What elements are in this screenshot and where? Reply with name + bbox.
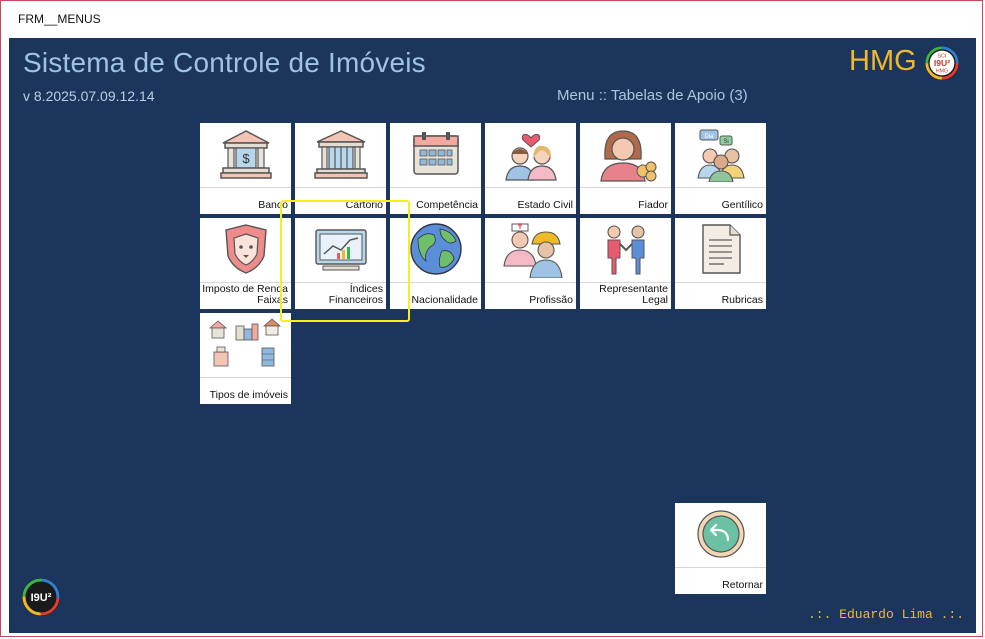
i9u-logo-icon: I9U² bbox=[22, 578, 60, 616]
breadcrumb: Menu :: Tabelas de Apoio (3) bbox=[557, 87, 748, 104]
i9u-logo-icon: SCI I9U² HMG bbox=[924, 45, 960, 81]
tile-label: Estado Civil bbox=[517, 199, 573, 211]
tile-imposto-de-renda[interactable]: Imposto de Renda Faixas bbox=[200, 218, 291, 309]
svg-text:Dia: Dia bbox=[704, 134, 714, 140]
tile-label: Tipos de imóveis bbox=[209, 389, 288, 401]
tile-label: Profissão bbox=[529, 294, 573, 306]
footer-user-label: .:. Eduardo Lima .:. bbox=[807, 607, 964, 622]
tile-label: Fiador bbox=[638, 199, 668, 211]
tile-divider bbox=[390, 282, 481, 283]
tile-divider bbox=[295, 187, 386, 188]
people-talking-icon: Dia Si bbox=[675, 123, 766, 185]
professionals-icon bbox=[485, 218, 576, 280]
tile-divider bbox=[200, 377, 291, 378]
svg-text:I9U²: I9U² bbox=[31, 592, 52, 604]
tile-label: Competência bbox=[416, 199, 478, 211]
tile-tipos-de-imoveis[interactable]: Tipos de imóveis bbox=[200, 313, 291, 404]
lion-shield-icon bbox=[200, 218, 291, 280]
registry-office-icon bbox=[295, 123, 386, 185]
back-arrow-icon bbox=[675, 503, 766, 565]
tile-representante-legal[interactable]: Representante Legal bbox=[580, 218, 671, 309]
tile-divider bbox=[675, 567, 766, 568]
tile-divider bbox=[675, 187, 766, 188]
guarantor-icon bbox=[580, 123, 671, 185]
tile-divider bbox=[200, 187, 291, 188]
tile-cartorio[interactable]: Cartório bbox=[295, 123, 386, 214]
app-window: FRM__MENUS Sistema de Controle de Imóvei… bbox=[0, 0, 983, 637]
tile-nacionalidade[interactable]: Nacionalidade bbox=[390, 218, 481, 309]
handshake-people-icon bbox=[580, 218, 671, 280]
financial-chart-icon bbox=[295, 218, 386, 280]
tile-fiador[interactable]: Fiador bbox=[580, 123, 671, 214]
brand-label: HMG bbox=[849, 45, 917, 77]
tile-gentilico[interactable]: Dia Si Gentílico bbox=[675, 123, 766, 214]
tile-divider bbox=[485, 187, 576, 188]
tile-label: Retornar bbox=[722, 579, 763, 591]
tile-label: Representante Legal bbox=[599, 283, 668, 306]
couple-icon bbox=[485, 123, 576, 185]
svg-text:I9U²: I9U² bbox=[934, 58, 950, 68]
window-title: FRM__MENUS bbox=[18, 12, 101, 26]
page-title: Sistema de Controle de Imóveis bbox=[23, 47, 426, 78]
svg-text:$: $ bbox=[242, 151, 250, 166]
tile-label: Nacionalidade bbox=[411, 294, 478, 306]
tile-banco[interactable]: $ Banco bbox=[200, 123, 291, 214]
document-icon bbox=[675, 218, 766, 280]
version-label: v 8.2025.07.09.12.14 bbox=[23, 88, 155, 104]
tile-divider bbox=[485, 282, 576, 283]
svg-text:Si: Si bbox=[723, 139, 728, 145]
tile-label: Rubricas bbox=[721, 294, 763, 306]
tile-profissao[interactable]: Profissão bbox=[485, 218, 576, 309]
buildings-icon bbox=[200, 313, 291, 375]
tile-indices-financeiros[interactable]: Índices Financeiros bbox=[295, 218, 386, 309]
tile-label: Gentílico bbox=[721, 199, 763, 211]
tile-label: Cartório bbox=[345, 199, 383, 211]
tile-competencia[interactable]: Competência bbox=[390, 123, 481, 214]
calendar-icon bbox=[390, 123, 481, 185]
tile-label: Imposto de Renda Faixas bbox=[202, 283, 288, 306]
svg-text:HMG: HMG bbox=[936, 69, 948, 75]
tile-label: Índices Financeiros bbox=[328, 283, 383, 306]
tile-divider bbox=[390, 187, 481, 188]
window-titlebar[interactable]: FRM__MENUS bbox=[1, 1, 982, 33]
tile-divider bbox=[675, 282, 766, 283]
tile-estado-civil[interactable]: Estado Civil bbox=[485, 123, 576, 214]
tile-rubricas[interactable]: Rubricas bbox=[675, 218, 766, 309]
tile-label: Banco bbox=[258, 199, 288, 211]
main-panel: Sistema de Controle de Imóveis v 8.2025.… bbox=[9, 38, 976, 633]
globe-icon bbox=[390, 218, 481, 280]
bank-icon: $ bbox=[200, 123, 291, 185]
tile-divider bbox=[580, 187, 671, 188]
return-button[interactable]: Retornar bbox=[675, 503, 766, 594]
